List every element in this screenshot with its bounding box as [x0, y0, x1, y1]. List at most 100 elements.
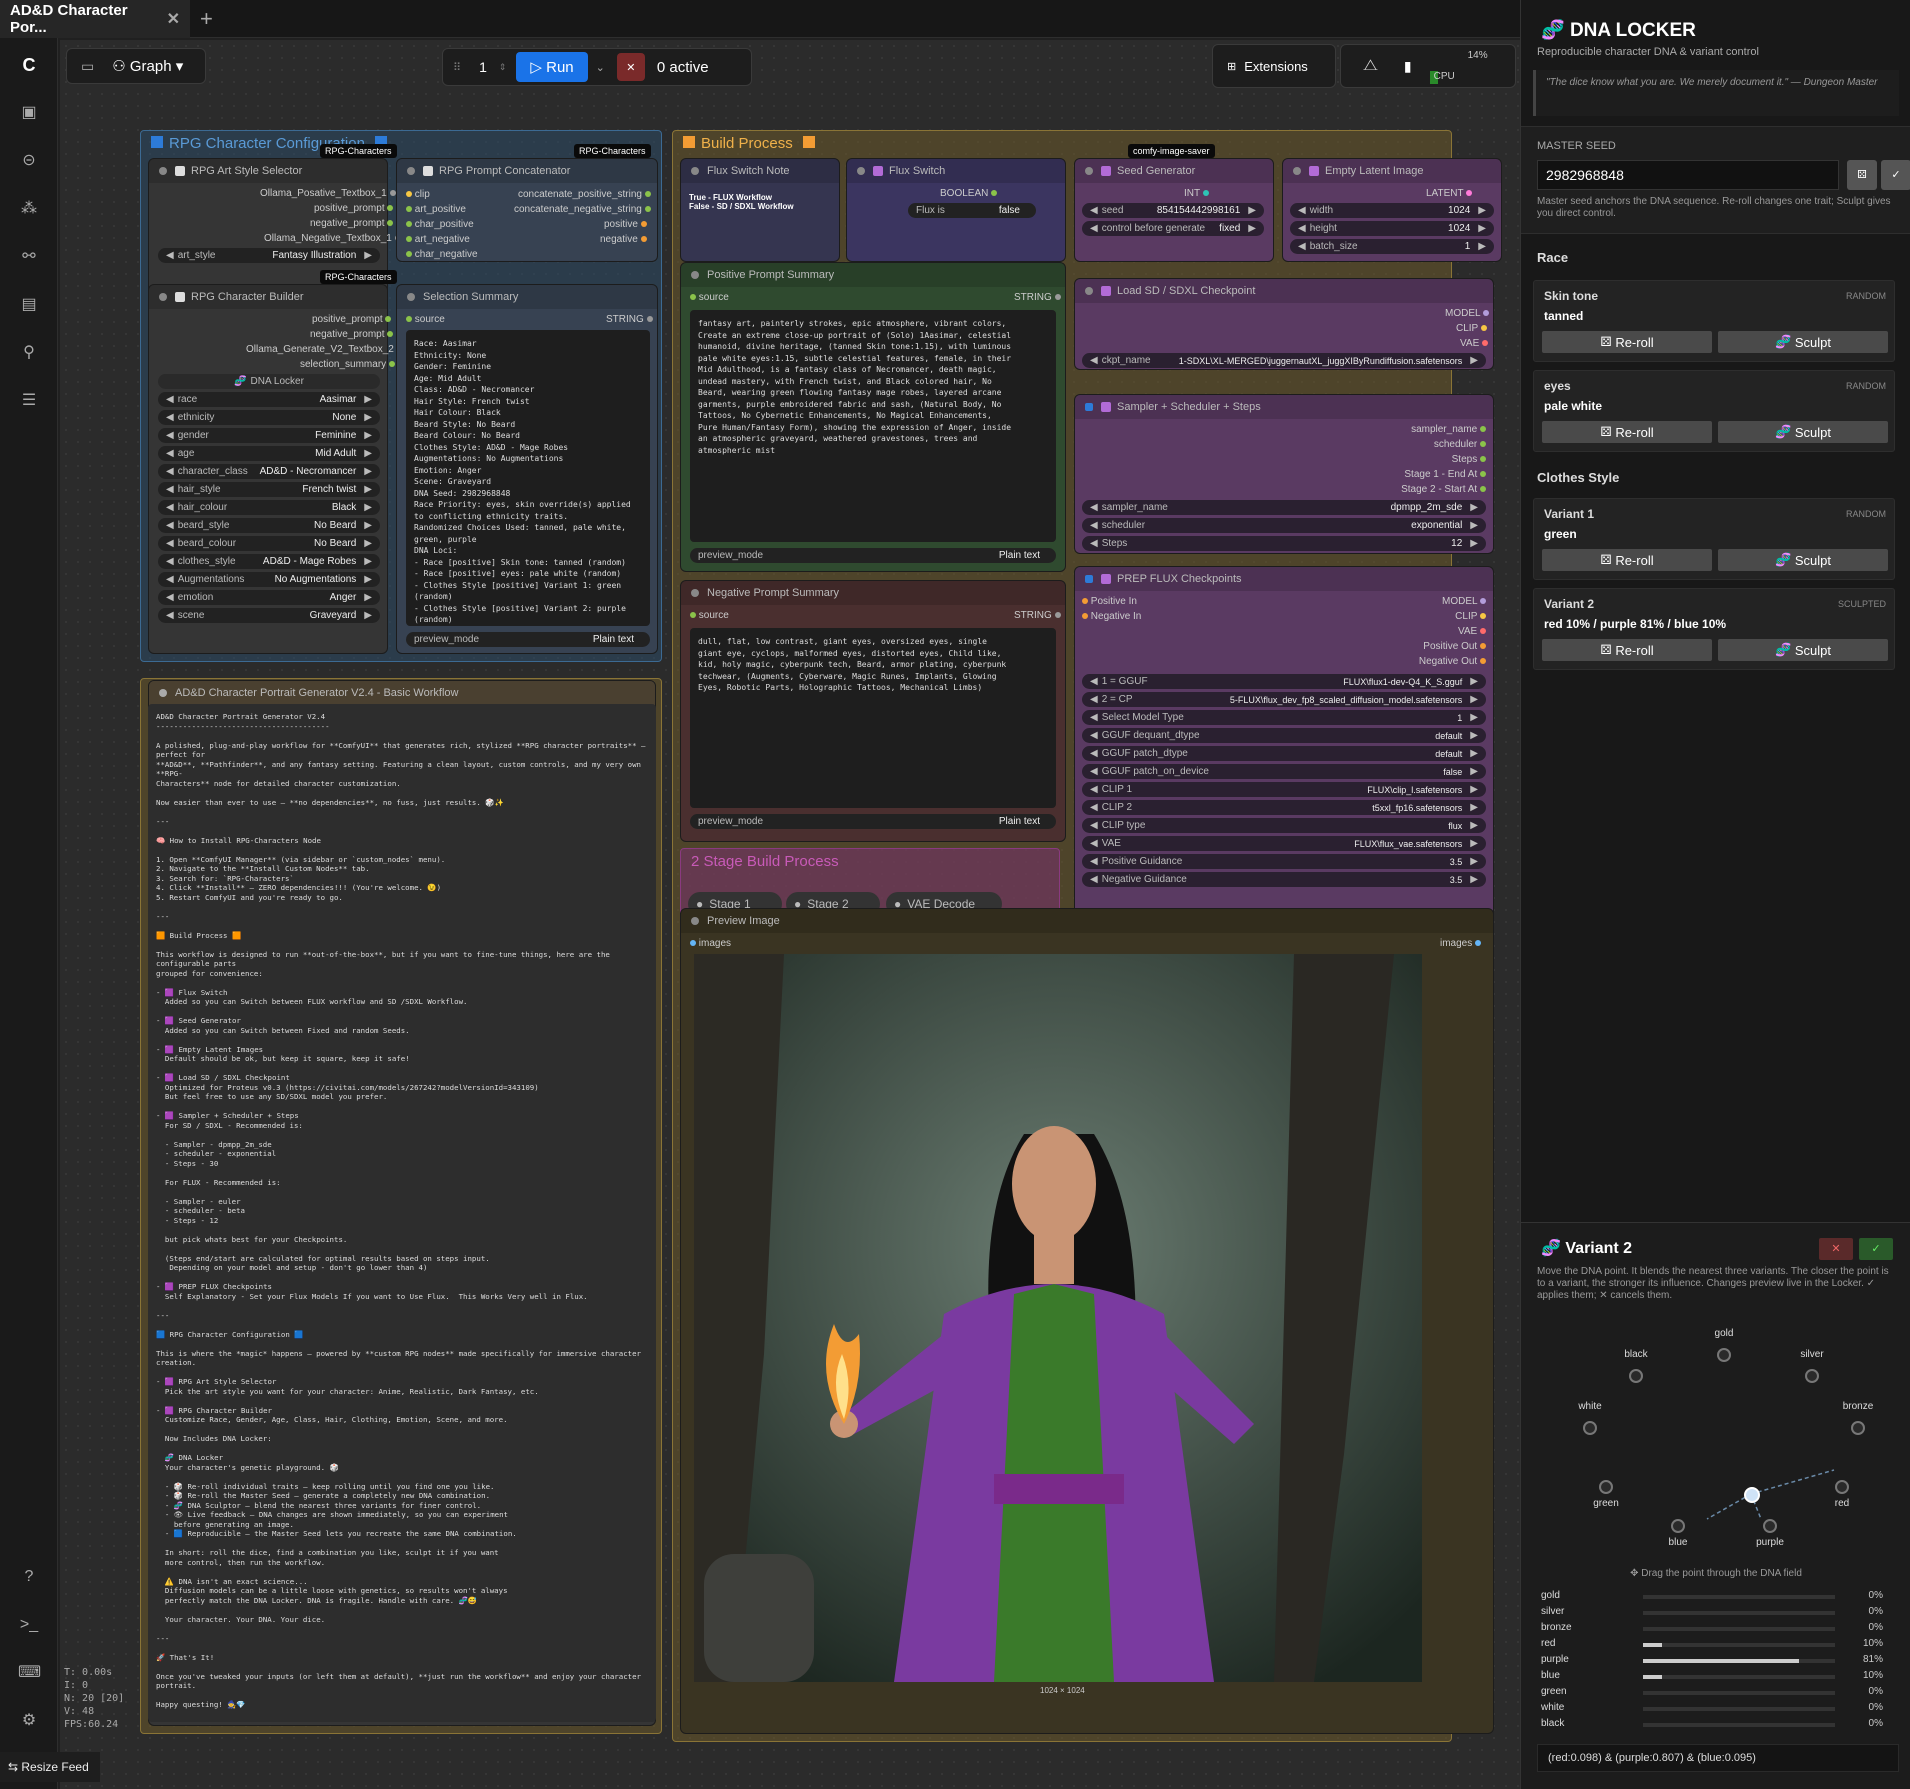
widget-prep[interactable]: ◀ GGUF patch_dtype default ▶	[1082, 746, 1486, 761]
widget-emotion[interactable]: ◀ emotion Anger ▶	[158, 590, 380, 605]
widget-batch-size[interactable]: ◀ batch_size 1 ▶	[1290, 239, 1494, 254]
widget-beard-colour[interactable]: ◀ beard_colour No Beard ▶	[158, 536, 380, 551]
comfy-logo-icon[interactable]: C	[18, 54, 40, 76]
port-in[interactable]: art_negative	[406, 234, 470, 245]
queue-count-input[interactable]: 1	[479, 59, 487, 75]
port-out[interactable]: Steps	[1452, 454, 1486, 465]
positive-prompt-text[interactable]: fantasy art, painterly strokes, epic atm…	[690, 310, 1056, 542]
widget-age[interactable]: ◀ age Mid Adult ▶	[158, 446, 380, 461]
image-icon[interactable]: ▣	[18, 102, 40, 124]
notes-text[interactable]: AD&D Character Portrait Generator V2.4 -…	[148, 704, 656, 1722]
widget-height[interactable]: ◀ height 1024 ▶	[1290, 221, 1494, 236]
widget-prep[interactable]: ◀ 1 = GGUF FLUX\flux1-dev-Q4_K_S.gguf ▶	[1082, 674, 1486, 689]
widget-hair-style[interactable]: ◀ hair_style French twist ▶	[158, 482, 380, 497]
preview-image[interactable]	[694, 954, 1422, 1682]
port-out[interactable]: Ollama_Negative_Textbox_1	[264, 233, 401, 244]
widget-steps[interactable]: ◀ Steps 12 ▶	[1082, 536, 1486, 551]
dna-point-black[interactable]	[1629, 1369, 1643, 1383]
port-in[interactable]: char_positive	[406, 219, 474, 230]
templates-icon[interactable]: ▤	[18, 294, 40, 316]
widget-prep[interactable]: ◀ CLIP 1 FLUX\clip_l.safetensors ▶	[1082, 782, 1486, 797]
sculpt-button[interactable]: 🧬 Sculpt	[1718, 639, 1888, 661]
port-out[interactable]: sampler_name	[1411, 424, 1486, 435]
reroll-button[interactable]: ⚄ Re-roll	[1542, 549, 1712, 571]
dice-icon[interactable]: ⚄	[1847, 160, 1877, 190]
widget-width[interactable]: ◀ width 1024 ▶	[1290, 203, 1494, 218]
port-in[interactable]: Negative In	[1082, 611, 1141, 622]
widget-prep[interactable]: ◀ CLIP type flux ▶	[1082, 818, 1486, 833]
port-in[interactable]: char_negative	[406, 249, 478, 260]
port-in[interactable]: art_positive	[406, 204, 466, 215]
widget-control[interactable]: ◀ control before generate fixed ▶	[1082, 221, 1264, 236]
widget-preview-mode[interactable]: preview_mode Plain text	[690, 548, 1056, 563]
widget-preview-mode[interactable]: preview_mode Plain text	[690, 814, 1056, 829]
port-out[interactable]: Ollama_Generate_V2_Textbox_2	[246, 344, 403, 355]
port-out[interactable]: Stage 2 - Start At	[1401, 484, 1486, 495]
sculpt-button[interactable]: 🧬 Sculpt	[1718, 549, 1888, 571]
negative-prompt-text[interactable]: dull, flat, low contrast, giant eyes, ov…	[690, 628, 1056, 808]
port-out[interactable]: CLIP	[1456, 323, 1487, 334]
selection-summary-text[interactable]: Race: Aasimar Ethnicity: None Gender: Fe…	[406, 330, 650, 626]
run-button[interactable]: ▷ Run	[516, 52, 588, 82]
widget-seed[interactable]: ◀ seed 854154442998161 ▶	[1082, 203, 1264, 218]
keyboard-icon[interactable]: ⌨	[18, 1662, 41, 1684]
port-out[interactable]: positive_prompt	[312, 314, 392, 325]
dna-cursor-point[interactable]	[1744, 1487, 1760, 1503]
bookmark-icon[interactable]: ▮	[1404, 58, 1412, 75]
widget-ethnicity[interactable]: ◀ ethnicity None ▶	[158, 410, 380, 425]
port-out[interactable]: negative	[600, 234, 647, 245]
port-in[interactable]: clip	[406, 189, 430, 200]
port-out[interactable]: negative_prompt	[310, 218, 394, 229]
sculpt-button[interactable]: 🧬 Sculpt	[1718, 331, 1888, 353]
port-out[interactable]: STRING	[1014, 292, 1061, 303]
widget-flux-toggle[interactable]: Flux is false	[908, 203, 1036, 218]
logo-triangle-icon[interactable]: ⧍	[1363, 57, 1378, 75]
port-in[interactable]: images	[690, 938, 731, 949]
model-icon[interactable]: ⊝	[18, 150, 40, 172]
chevron-down-icon[interactable]: ⌄	[596, 61, 605, 74]
port-in[interactable]: source	[690, 292, 729, 303]
widget-prep[interactable]: ◀ Select Model Type 1 ▶	[1082, 710, 1486, 725]
dna-point-green[interactable]	[1599, 1480, 1613, 1494]
port-out[interactable]: images	[1440, 938, 1482, 949]
master-seed-input[interactable]: 2982968848	[1537, 160, 1839, 190]
help-icon[interactable]: ?	[18, 1566, 40, 1588]
widget-clothes-style[interactable]: ◀ clothes_style AD&D - Mage Robes ▶	[158, 554, 380, 569]
queue-icon[interactable]: ☰	[18, 390, 40, 412]
widget-ckpt[interactable]: ◀ ckpt_name 1-SDXL\XL-MERGED\juggernautXL…	[1082, 353, 1486, 368]
dna-locker-button[interactable]: 🧬 DNA Locker	[158, 374, 380, 389]
cancel-sculpt-icon[interactable]: ✕	[1819, 1238, 1853, 1260]
tab-workflow[interactable]: AD&D Character Por... ✕	[0, 0, 190, 38]
port-out[interactable]: STRING	[1014, 610, 1061, 621]
extensions-button[interactable]: ⊞ Extensions	[1212, 44, 1336, 88]
port-out[interactable]: BOOLEAN	[940, 188, 998, 199]
port-out[interactable]: Stage 1 - End At	[1404, 469, 1486, 480]
close-icon[interactable]: ✕	[167, 9, 180, 29]
reroll-button[interactable]: ⚄ Re-roll	[1542, 421, 1712, 443]
port-out[interactable]: negative_prompt	[310, 329, 394, 340]
widget-character-class[interactable]: ◀ character_class AD&D - Necromancer ▶	[158, 464, 380, 479]
port-out[interactable]: concatenate_positive_string	[518, 189, 651, 200]
dna-point-bronze[interactable]	[1851, 1421, 1865, 1435]
widget-gender[interactable]: ◀ gender Feminine ▶	[158, 428, 380, 443]
widget-race[interactable]: ◀ race Aasimar ▶	[158, 392, 380, 407]
widget-prep[interactable]: ◀ Negative Guidance 3.5 ▶	[1082, 872, 1486, 887]
port-out[interactable]: VAE	[1458, 626, 1486, 637]
port-out[interactable]: Negative Out	[1419, 656, 1486, 667]
port-out[interactable]: CLIP	[1455, 611, 1486, 622]
cancel-icon[interactable]: ✕	[616, 53, 645, 81]
widget-prep[interactable]: ◀ Positive Guidance 3.5 ▶	[1082, 854, 1486, 869]
widget-hair-colour[interactable]: ◀ hair_colour Black ▶	[158, 500, 380, 515]
nodes-icon[interactable]: ⁂	[18, 198, 40, 220]
widget-art-style[interactable]: ◀ art_style Fantasy Illustration ▶	[158, 248, 380, 263]
port-out[interactable]: selection_summary	[300, 359, 395, 370]
dna-point-white[interactable]	[1583, 1421, 1597, 1435]
stepper-icon[interactable]: ⇕	[499, 62, 507, 73]
workflow-icon[interactable]: ⚯	[18, 246, 40, 268]
widget-prep[interactable]: ◀ 2 = CP 5-FLUX\flux_dev_fp8_scaled_diffu…	[1082, 692, 1486, 707]
port-in[interactable]: Positive In	[1082, 596, 1137, 607]
port-out[interactable]: Ollama_Posative_Textbox_1	[260, 188, 396, 199]
widget-scene[interactable]: ◀ scene Graveyard ▶	[158, 608, 380, 623]
sculpt-button[interactable]: 🧬 Sculpt	[1718, 421, 1888, 443]
port-out[interactable]: positive_prompt	[314, 203, 394, 214]
